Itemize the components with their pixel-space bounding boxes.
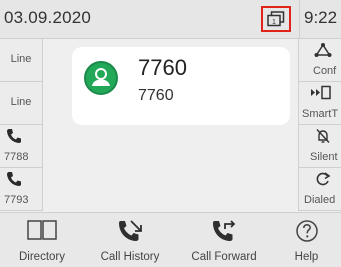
softkey-bar: Directory Call History Call Forward Help <box>0 212 341 267</box>
smart-transfer-key[interactable]: SmartT <box>298 82 341 125</box>
task-switcher-button[interactable]: 1 <box>261 6 291 32</box>
help-label: Help <box>294 251 319 263</box>
call-history-icon <box>119 220 142 241</box>
line-key-label: Line <box>10 53 32 65</box>
silent-key[interactable]: Silent <box>298 125 341 168</box>
redial-icon <box>316 172 331 186</box>
conference-icon <box>314 43 332 57</box>
help-softkey[interactable]: Help <box>272 213 341 267</box>
right-feature-keys: Conf SmartT Silent Dialed <box>298 39 341 211</box>
dialed-calls-key[interactable]: Dialed <box>298 168 341 211</box>
transfer-icon <box>311 85 331 100</box>
status-divider <box>299 0 300 38</box>
line-key-1[interactable]: Line <box>0 39 43 82</box>
phone-screen: 03.09.2020 1 9:22 Line Line 7788 7793 77… <box>0 0 341 267</box>
directory-label: Directory <box>18 251 65 263</box>
contact-number: 7760 <box>138 87 174 104</box>
line-key-label: Line <box>10 96 32 108</box>
help-icon <box>295 220 318 242</box>
silent-label: Silent <box>310 151 338 163</box>
svg-text:1: 1 <box>272 19 276 26</box>
left-line-keys: Line Line 7788 7793 <box>0 39 43 211</box>
speed-dial-label: 7793 <box>4 194 29 206</box>
conference-label: Conf <box>313 65 337 77</box>
call-forward-softkey[interactable]: Call Forward <box>176 213 272 267</box>
contact-name: 7760 <box>138 55 187 80</box>
conference-key[interactable]: Conf <box>298 39 341 82</box>
status-bar: 03.09.2020 1 9:22 <box>0 0 341 39</box>
call-forward-label: Call Forward <box>191 251 257 263</box>
bell-muted-icon <box>316 129 330 143</box>
contact-avatar <box>84 61 118 95</box>
call-history-softkey[interactable]: Call History <box>84 213 176 267</box>
speed-dial-label: 7788 <box>4 151 29 163</box>
book-icon <box>27 220 57 240</box>
contact-card[interactable]: 7760 7760 <box>72 47 290 125</box>
smart-transfer-label: SmartT <box>302 108 339 120</box>
phone-handset-icon <box>7 129 21 143</box>
dialed-label: Dialed <box>304 194 336 206</box>
call-history-label: Call History <box>100 251 160 263</box>
date-display: 03.09.2020 <box>4 8 92 27</box>
phone-handset-icon <box>7 172 21 186</box>
time-display: 9:22 <box>304 8 338 27</box>
person-icon <box>92 68 110 86</box>
speed-dial-key-7793[interactable]: 7793 <box>0 168 43 211</box>
speed-dial-key-7788[interactable]: 7788 <box>0 125 43 168</box>
line-key-2[interactable]: Line <box>0 82 43 125</box>
call-forward-icon <box>213 220 236 241</box>
directory-softkey[interactable]: Directory <box>0 213 84 267</box>
windows-icon: 1 <box>267 11 285 27</box>
